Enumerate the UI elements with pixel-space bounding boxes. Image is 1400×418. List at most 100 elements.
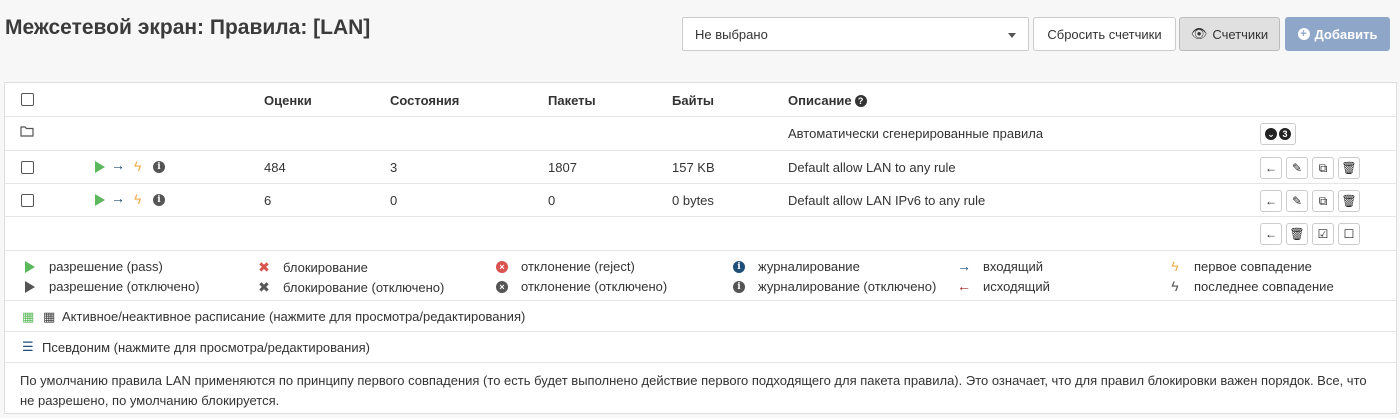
pencil-icon: ✎ [1291, 161, 1303, 175]
log-icon: i [733, 260, 745, 273]
category-select-value: Не выбрано [695, 27, 768, 42]
move-button[interactable]: ← [1260, 190, 1282, 212]
info-icon[interactable]: i [153, 161, 165, 173]
legend: разрешение (pass) разрешение (отключено)… [5, 251, 1396, 301]
group-description: Автоматически сгенерированные правила [788, 126, 1044, 141]
edit-button[interactable]: ✎ [1286, 157, 1308, 179]
page-header: Межсетевой экран: Правила: [LAN] Не выбр… [0, 0, 1400, 70]
add-rule-button[interactable]: + Добавить [1285, 17, 1390, 51]
legend-reject-label: отклонение (reject) [521, 259, 635, 274]
bulk-actions-row: ← 🗑 ☑ ☐ [5, 217, 1396, 251]
legend-reject-disabled-label: отклонение (отключено) [521, 279, 668, 294]
legend-block: ✖ блокирование [255, 259, 368, 276]
legend-log-label: журналирование [758, 259, 860, 274]
rule-bytes: 0 bytes [672, 193, 714, 208]
legend-pass: разрешение (pass) [21, 259, 163, 274]
legend-reject-disabled: × отклонение (отключено) [493, 279, 667, 294]
expand-group-button[interactable]: ⌄ 3 [1260, 123, 1296, 145]
move-button[interactable]: ← [1260, 157, 1282, 179]
bulk-enable-button[interactable]: ☑ [1312, 223, 1334, 245]
direction-in-icon: → [111, 190, 125, 206]
table-row: → ϟ i 484 3 1807 157 KB Default allow LA… [5, 151, 1396, 184]
block-icon: ✖ [258, 259, 270, 275]
direction-in-icon: → [957, 258, 971, 274]
legend-block-label: блокирование [283, 260, 368, 275]
legend-block-disabled: ✖ блокирование (отключено) [255, 279, 444, 296]
alias-note: ☰ Псевдоним (нажмите для просмотра/редак… [5, 332, 1396, 363]
legend-in-label: входящий [983, 258, 1044, 274]
arrow-left-icon: ← [1265, 194, 1277, 208]
clone-button[interactable]: ⧉ [1312, 157, 1334, 179]
delete-button[interactable]: 🗑 [1338, 157, 1360, 179]
info-icon[interactable]: i [153, 194, 165, 206]
reset-counters-button[interactable]: Сбросить счетчики [1033, 17, 1176, 51]
square-icon: ☐ [1343, 227, 1355, 241]
rule-description: Default allow LAN to any rule [788, 160, 956, 175]
delete-button[interactable]: 🗑 [1338, 190, 1360, 212]
legend-pass-disabled: разрешение (отключено) [21, 279, 200, 294]
copy-icon: ⧉ [1318, 160, 1328, 175]
clone-button[interactable]: ⧉ [1312, 190, 1334, 212]
rule-checkbox[interactable] [21, 194, 34, 207]
table-row: → ϟ i 6 0 0 0 bytes Default allow LAN IP… [5, 184, 1396, 217]
default-policy-text: По умолчанию правила LAN применяются по … [20, 373, 1367, 408]
pass-icon [25, 260, 35, 273]
copy-icon: ⧉ [1318, 193, 1328, 208]
first-match-icon: ϟ [134, 158, 142, 174]
legend-out: ← исходящий [955, 278, 1050, 294]
counters-toggle-button[interactable]: 👁 Счетчики [1179, 17, 1280, 51]
default-policy-note: По умолчанию правила LAN применяются по … [5, 363, 1396, 415]
list-icon: ☰ [22, 339, 34, 354]
legend-last-match-label: последнее совпадение [1194, 278, 1334, 294]
bulk-delete-button[interactable]: 🗑 [1286, 223, 1308, 245]
check-square-icon: ☑ [1317, 227, 1329, 241]
counters-label: Счетчики [1212, 26, 1269, 42]
category-select[interactable]: Не выбрано [682, 17, 1029, 51]
rule-evaluations: 484 [264, 160, 286, 175]
bulk-disable-button[interactable]: ☐ [1338, 223, 1360, 245]
trash-icon: 🗑 [1341, 161, 1357, 175]
reject-disabled-icon: × [496, 280, 508, 293]
rule-evaluations: 6 [264, 193, 272, 208]
arrow-left-icon: ← [1265, 227, 1277, 241]
rule-checkbox[interactable] [21, 161, 34, 174]
rule-packets: 1807 [548, 160, 577, 175]
legend-pass-label: разрешение (pass) [49, 259, 163, 274]
direction-in-icon: → [111, 157, 125, 173]
col-bytes: Байты [672, 93, 715, 108]
folder-icon [20, 125, 34, 140]
legend-log-disabled-label: журналирование (отключено) [758, 279, 937, 294]
legend-log-disabled: i журналирование (отключено) [730, 279, 936, 294]
pencil-icon: ✎ [1291, 194, 1303, 208]
legend-first-match: ϟ первое совпадение [1166, 258, 1312, 274]
legend-last-match: ϟ последнее совпадение [1166, 278, 1334, 294]
reset-counters-label: Сбросить счетчики [1047, 26, 1162, 42]
pass-icon [95, 194, 105, 206]
add-label: Добавить [1314, 26, 1378, 42]
reject-icon: × [496, 260, 508, 273]
rule-packets: 0 [548, 193, 556, 208]
alias-note-text: Псевдоним (нажмите для просмотра/редакти… [42, 340, 370, 355]
pass-disabled-icon [25, 280, 35, 293]
schedule-note: ▦ ▦ Активное/неактивное расписание (нажм… [5, 301, 1396, 332]
col-evaluations: Оценки [264, 93, 312, 108]
group-count-badge: 3 [1279, 128, 1291, 140]
calendar-active-icon: ▦ [22, 309, 35, 324]
table-header-row: Оценки Состояния Пакеты Байты Описание? [5, 83, 1396, 117]
first-match-icon: ϟ [134, 191, 142, 207]
rule-description: Default allow LAN IPv6 to any rule [788, 193, 986, 208]
rule-bytes: 157 KB [672, 160, 715, 175]
trash-icon: 🗑 [1341, 194, 1357, 208]
bulk-move-button[interactable]: ← [1260, 223, 1282, 245]
legend-log: i журналирование [730, 259, 860, 274]
col-description-wrap: Описание? [788, 93, 867, 108]
question-circle-icon[interactable]: ? [854, 95, 867, 107]
last-match-icon: ϟ [1171, 278, 1179, 294]
rule-states: 3 [390, 160, 398, 175]
legend-reject: × отклонение (reject) [493, 259, 635, 274]
select-all-checkbox[interactable] [21, 93, 34, 106]
chevron-down-circle-icon: ⌄ [1265, 128, 1277, 140]
col-packets: Пакеты [548, 93, 596, 108]
rule-states: 0 [390, 193, 398, 208]
edit-button[interactable]: ✎ [1286, 190, 1308, 212]
